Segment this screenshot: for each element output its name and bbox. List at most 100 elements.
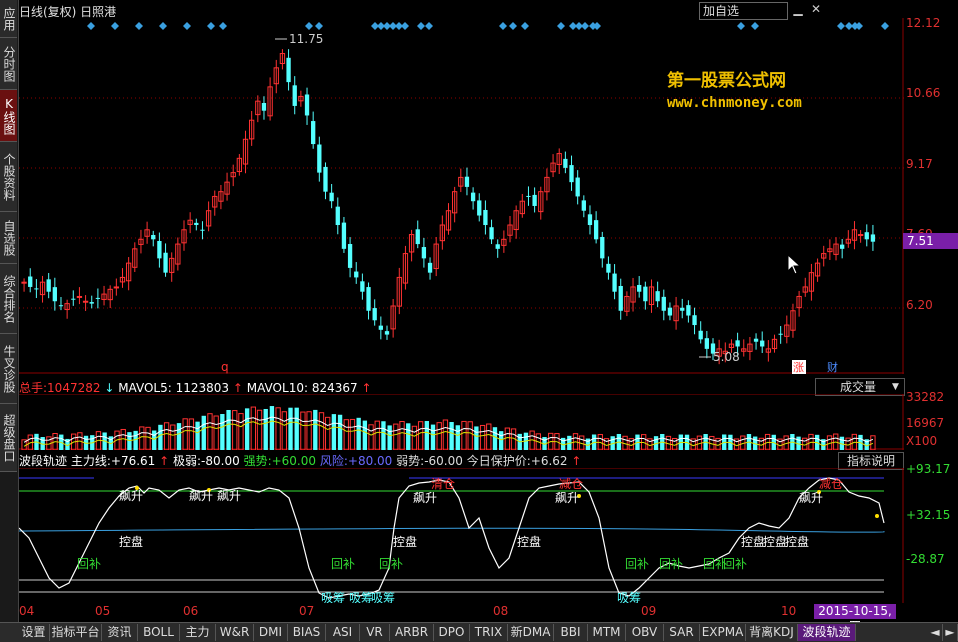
tab-14[interactable]: BBI <box>554 624 588 641</box>
tab-4[interactable]: 主力 <box>180 624 216 641</box>
candle-body-down <box>335 206 340 226</box>
volume-bar-down <box>492 427 498 450</box>
candle-body-down <box>680 307 685 311</box>
axis-label: 10.66 <box>906 86 941 100</box>
candle-body-down <box>864 232 869 240</box>
candle-body-down <box>587 214 593 226</box>
tab-12[interactable]: TRIX <box>470 624 508 641</box>
indicator-annotation: 吸筹 <box>617 591 641 603</box>
tab-17[interactable]: SAR <box>664 624 700 641</box>
candle-body-down <box>157 240 162 259</box>
zhang-badge: 涨 <box>793 361 804 374</box>
date-tick: 07 <box>299 604 315 618</box>
volume-bar-up <box>238 413 244 450</box>
sidebar-tab-5[interactable]: 综合排名 <box>0 264 17 334</box>
candle-body-down <box>760 340 765 347</box>
scroll-right-icon[interactable]: ► <box>943 624 958 641</box>
tab-3[interactable]: BOLL <box>138 624 180 641</box>
tab-19[interactable]: 背离KDJ <box>746 624 798 641</box>
tab-6[interactable]: DMI <box>254 624 288 641</box>
sidebar-tab-4[interactable]: 自选股 <box>0 212 17 264</box>
tab-0[interactable]: 设置 <box>18 624 50 641</box>
sidebar-tab-7[interactable]: 超级盘口 <box>0 404 17 472</box>
axis-label: +93.17 <box>906 462 951 476</box>
risk-label: 风险: <box>319 454 348 468</box>
candle-body-down <box>378 325 383 330</box>
volume-bar-up <box>393 423 399 450</box>
volume-bar-up <box>343 419 349 450</box>
candle-body-down <box>372 308 377 321</box>
candle-body-up <box>82 300 89 303</box>
indicator-annotation: 飙升 <box>555 490 579 505</box>
signal-diamond <box>183 22 191 30</box>
signal-diamond <box>881 22 889 30</box>
close-icon[interactable]: ✕ <box>809 2 823 16</box>
candle-body-down <box>286 57 291 83</box>
signal-diamond <box>737 22 745 30</box>
volume-bar-up <box>318 412 325 450</box>
volume-chart[interactable] <box>19 394 904 450</box>
candle-body-down <box>415 229 420 245</box>
indicator-chart[interactable]: 飙升 飙升 飙升 飙升 飙升 飙升控盘 控盘 控盘 控盘控盘控盘回补 回补 回补 回补 回补 回补回补吸筹… <box>19 468 904 603</box>
current-price-tag: 7.51 <box>903 233 958 249</box>
sidebar-tab-2[interactable]: K线图 <box>0 90 17 142</box>
indicator-annotation: 控盘 <box>393 534 417 549</box>
candle-body-down <box>470 192 476 202</box>
volume-bar-up <box>281 411 287 450</box>
tab-16[interactable]: OBV <box>626 624 664 641</box>
date-highlight: 2015-10-15,四 <box>814 604 896 633</box>
date-tick: 08 <box>493 604 509 618</box>
volume-bar-up <box>139 426 145 450</box>
protect-price-value: +6.62 <box>530 454 568 468</box>
high-label: 11.75 <box>289 32 323 46</box>
tab-2[interactable]: 资讯 <box>102 624 138 641</box>
candle-body-down <box>692 315 697 326</box>
volume-bar-up <box>207 413 213 450</box>
tab-18[interactable]: EXPMA <box>700 624 746 641</box>
indicator-annotation: 回补 <box>625 557 649 571</box>
low-label: 5.08 <box>713 350 740 364</box>
sidebar-tab-6[interactable]: 牛叉诊股 <box>0 334 17 404</box>
candle-body-down <box>637 284 642 292</box>
sidebar-tab-0[interactable]: 应用 <box>0 0 17 38</box>
signal-diamond <box>401 22 409 30</box>
tab-7[interactable]: BIAS <box>288 624 326 641</box>
candle-body-down <box>323 166 328 192</box>
volume-bar-up <box>232 410 238 450</box>
candle-body-down <box>464 176 470 187</box>
indicator-annotation: 飙升 <box>799 490 823 505</box>
tab-10[interactable]: ARBR <box>390 624 434 641</box>
tab-1[interactable]: 指标平台 <box>50 624 102 641</box>
tab-15[interactable]: MTM <box>588 624 626 641</box>
signal-diamond <box>87 22 95 30</box>
sidebar-tab-3[interactable]: 个股资料 <box>0 142 17 212</box>
mavol10-value: 824367 <box>311 381 358 395</box>
axis-label: X100 <box>906 434 938 448</box>
indicator-annotation: 控盘 <box>763 534 787 549</box>
sidebar-tab-1[interactable]: 分时图 <box>0 38 17 90</box>
candle-body-down <box>526 195 531 197</box>
cai-badge: 财 <box>827 360 838 374</box>
axis-label: 12.12 <box>906 16 941 30</box>
tab-13[interactable]: 新DMA <box>508 624 554 641</box>
scroll-left-icon[interactable]: ◄ <box>928 624 943 641</box>
volume-bar-down <box>406 423 411 450</box>
tab-8[interactable]: ASI <box>326 624 360 641</box>
tab-20[interactable]: 波段轨迹 <box>798 624 856 641</box>
candle-body-down <box>151 234 156 240</box>
candle-body-down <box>341 222 347 249</box>
volume-bar-down <box>201 415 206 450</box>
candle-body-down <box>311 121 316 145</box>
tab-5[interactable]: W&R <box>216 624 254 641</box>
signal-diamond <box>509 22 517 30</box>
strong-label: 强势: <box>243 454 272 468</box>
indicator-annotation: 控盘 <box>741 534 765 549</box>
tab-11[interactable]: DPO <box>434 624 470 641</box>
tab-9[interactable]: VR <box>360 624 390 641</box>
candle-body-down <box>194 222 199 226</box>
minimize-icon[interactable]: ▁ <box>791 2 805 16</box>
indicator-annotation: 回补 <box>659 557 683 571</box>
mid-line <box>19 527 885 533</box>
watermark-url: www.chnmoney.com <box>667 95 802 111</box>
extreme-weak-label: 极弱: <box>173 454 202 468</box>
